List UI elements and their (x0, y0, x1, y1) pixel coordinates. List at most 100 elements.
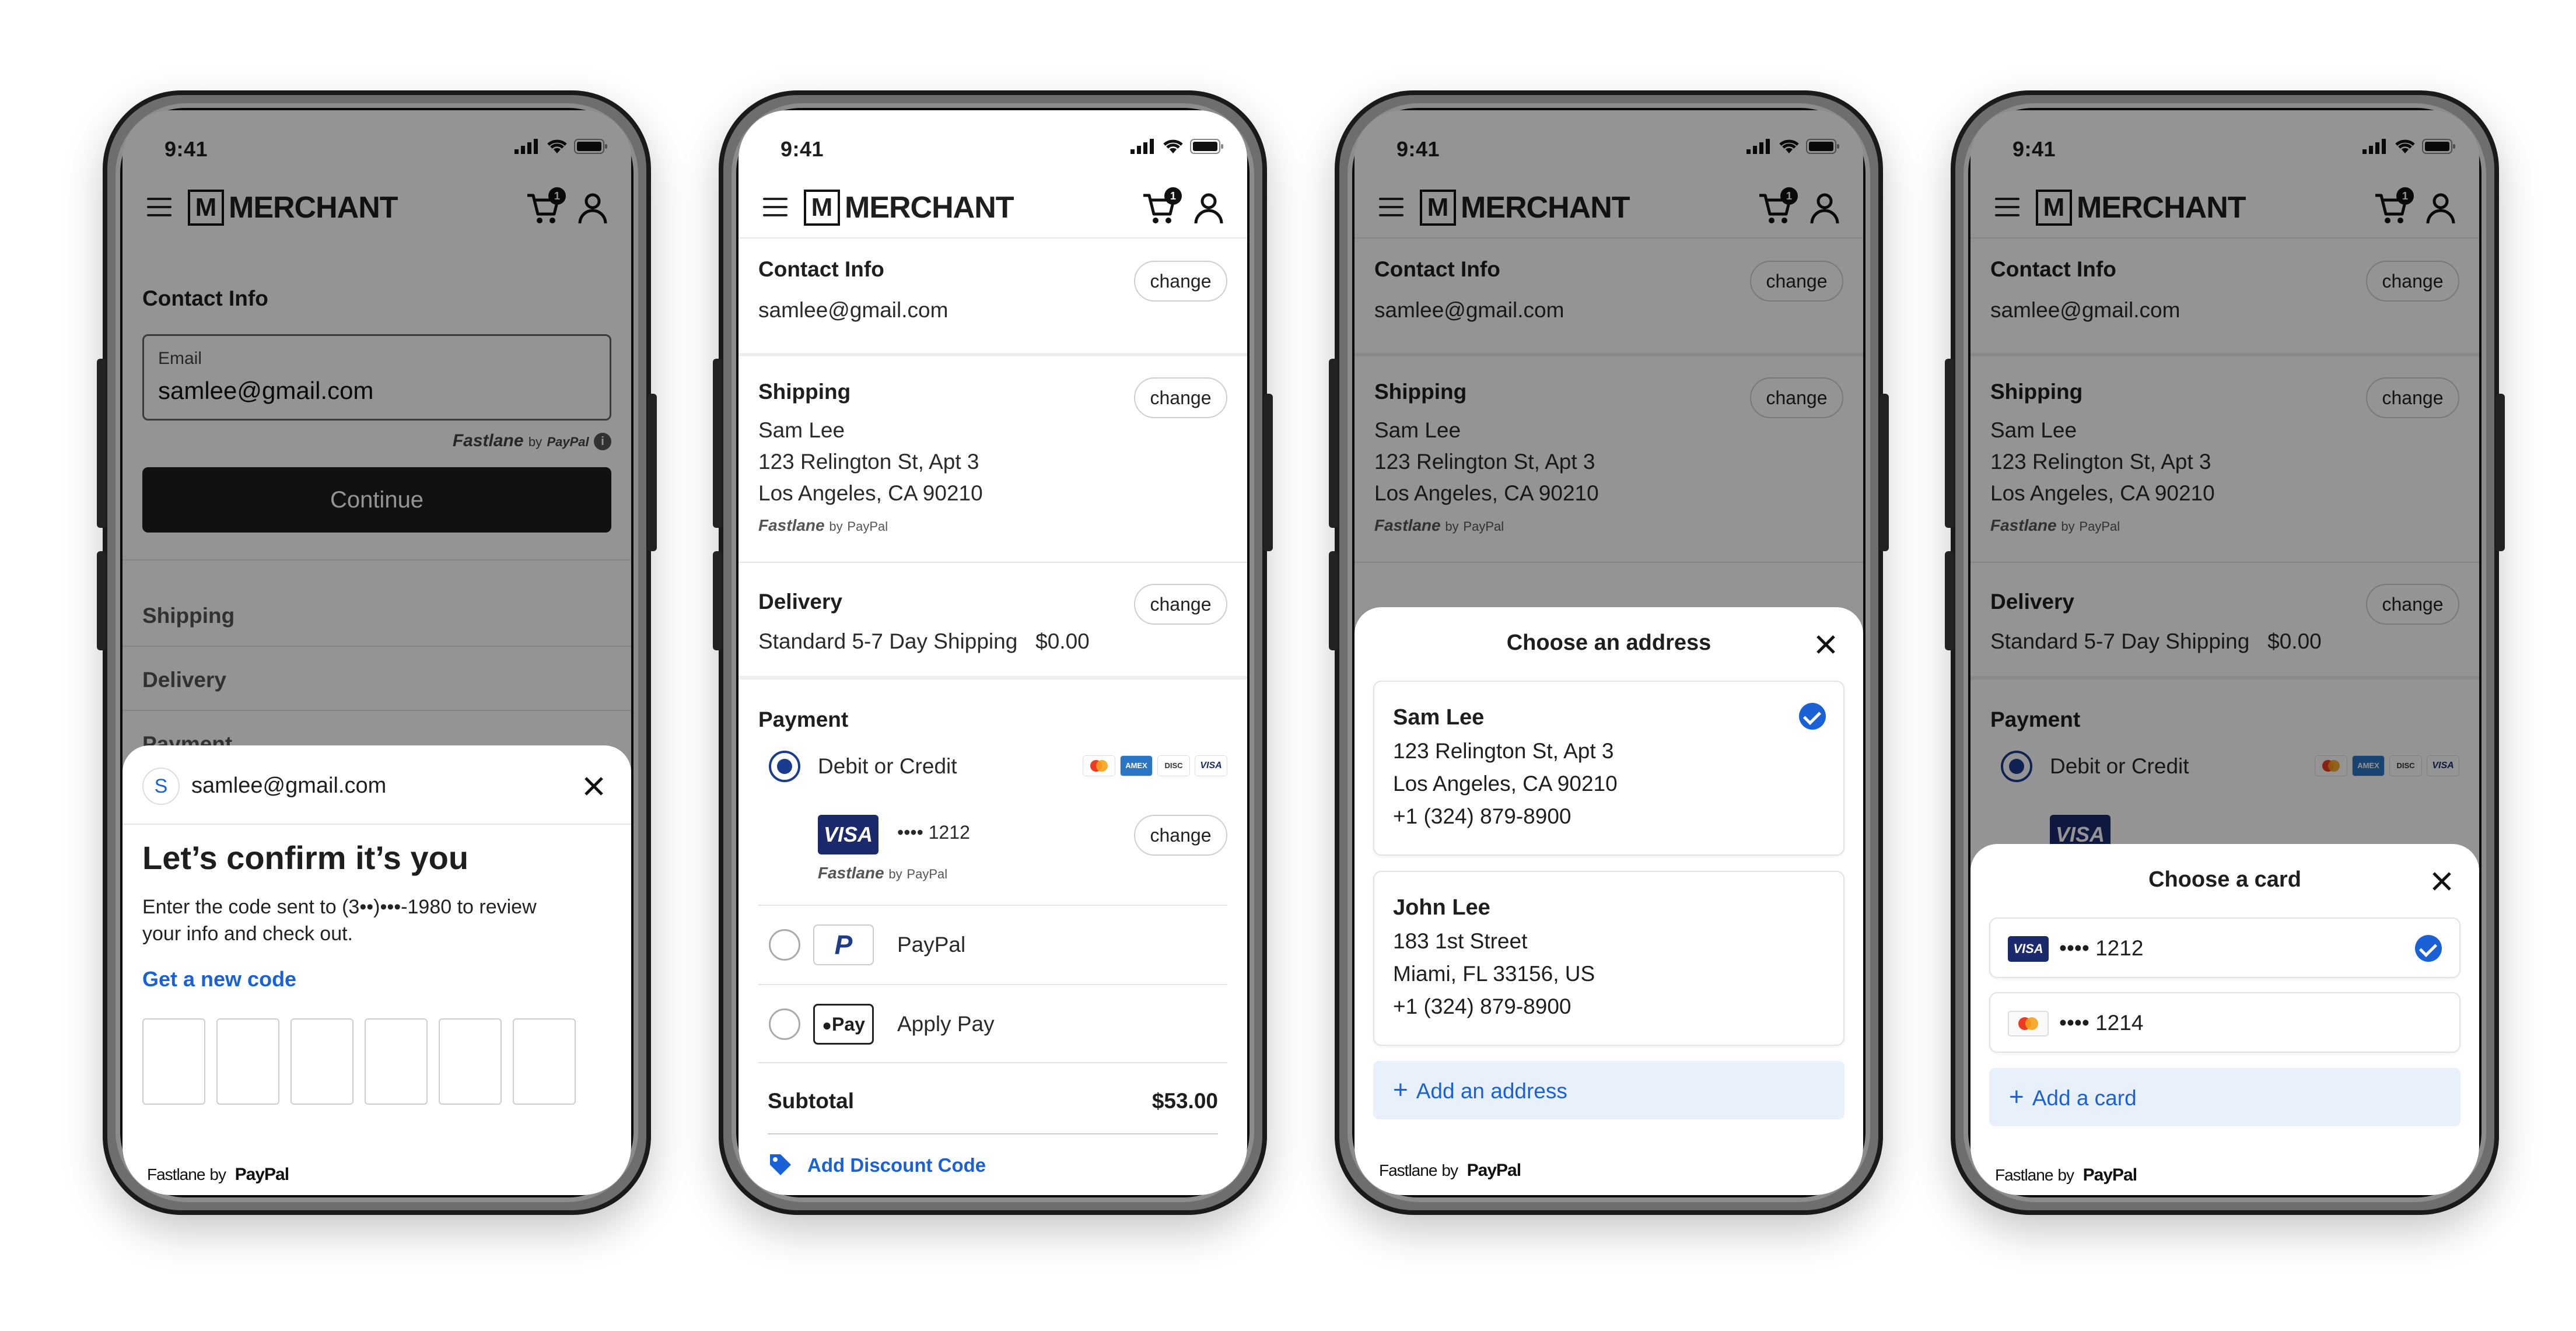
paypal-label: PayPal (897, 933, 966, 957)
otp-digit-4[interactable] (365, 1018, 428, 1105)
check-icon (2415, 935, 2442, 962)
address-line2: Los Angeles, CA 90210 (1393, 772, 1618, 796)
otp-digit-2[interactable] (216, 1018, 279, 1105)
wifi-icon (1163, 139, 1183, 153)
close-icon[interactable] (2430, 870, 2454, 893)
change-delivery-button[interactable]: change (1134, 584, 1227, 625)
plus-icon: + (1393, 1076, 1408, 1104)
get-new-code-link[interactable]: Get a new code (142, 967, 296, 992)
shipping-title: Shipping (758, 380, 851, 404)
address-line2: Miami, FL 33156, US (1393, 962, 1595, 986)
paypal-icon: P (813, 924, 874, 965)
card-sheet-title: Choose a card (2148, 867, 2301, 892)
debit-radio[interactable] (769, 751, 800, 782)
contact-email: samlee@gmail.com (758, 298, 949, 322)
shipping-section: Shipping change Sam Lee 123 Relington St… (738, 356, 1247, 563)
change-shipping-button[interactable]: change (1134, 377, 1227, 418)
discover-icon: DISC (1157, 755, 1190, 776)
phone-confirm-identity: 9:41 M MERCHANT 1 Contact Info Email saml… (97, 90, 657, 1215)
subtotal-label: Subtotal (768, 1089, 854, 1113)
add-discount-link[interactable]: Add Discount Code (807, 1154, 986, 1176)
address-name: Sam Lee (1393, 705, 1485, 730)
phone-checkout: 9:41 M MERCHANT 1 Contact Info change sam… (713, 90, 1273, 1215)
contact-section: Contact Info change samlee@gmail.com (738, 240, 1247, 356)
address-option-1[interactable]: Sam Lee 123 Relington St, Apt 3 Los Ange… (1373, 681, 1845, 856)
plus-icon: + (2009, 1083, 2024, 1111)
confirm-sheet: S samlee@gmail.com Let’s confirm it’s yo… (123, 745, 631, 1195)
confirm-body-1: Enter the code sent to (3••)•••-1980 to … (142, 896, 537, 918)
address-name: John Lee (1393, 895, 1490, 920)
change-card-button[interactable]: change (1134, 815, 1227, 856)
subtotal-value: $53.00 (1152, 1089, 1218, 1113)
shipping-name: Sam Lee (758, 418, 845, 442)
fastlane-badge: Fastlane by PayPal (758, 516, 888, 534)
card-masked: •••• 1212 (897, 822, 970, 843)
address-option-2[interactable]: John Lee 183 1st Street Miami, FL 33156,… (1373, 871, 1845, 1046)
user-icon[interactable] (1194, 192, 1224, 225)
screen: 9:41 M MERCHANT 1 Contact Info change sam… (1971, 110, 2479, 1195)
delivery-section: Delivery change Standard 5-7 Day Shippin… (738, 563, 1247, 679)
card-masked: •••• 1212 (2059, 936, 2144, 960)
applepay-icon: ●Pay (813, 1004, 874, 1045)
phone-choose-card: 9:41 M MERCHANT 1 Contact Info change sam… (1945, 90, 2505, 1215)
cart-count-badge: 1 (1164, 187, 1182, 205)
otp-digit-1[interactable] (142, 1018, 205, 1105)
hamburger-icon[interactable] (763, 198, 788, 218)
contact-title: Contact Info (758, 257, 884, 281)
applepay-radio[interactable] (769, 1008, 800, 1040)
fastlane-logo: Fastlane by PayPal (147, 1165, 289, 1184)
change-contact-button[interactable]: change (1134, 261, 1227, 302)
address-line1: 183 1st Street (1393, 929, 1528, 953)
screen: 9:41 M MERCHANT 1 Contact Info Email saml… (123, 110, 631, 1195)
fastlane-logo: Fastlane by PayPal (1379, 1161, 1521, 1180)
card-option-2[interactable]: •••• 1214 (1989, 992, 2460, 1053)
add-card-button[interactable]: + Add a card (1989, 1068, 2460, 1126)
visa-card-icon: VISA (818, 815, 878, 854)
otp-inputs (142, 1018, 586, 1106)
signal-icon (1130, 139, 1154, 154)
address-sheet: Choose an address Sam Lee 123 Relington … (1354, 607, 1863, 1195)
applepay-label: Apply Pay (897, 1012, 995, 1036)
card-sheet: Choose a card VISA •••• 1212 •••• 1214 +… (1971, 844, 2479, 1195)
otp-digit-3[interactable] (290, 1018, 354, 1105)
address-phone: +1 (324) 879-8900 (1393, 994, 1572, 1018)
close-icon[interactable] (1814, 633, 1838, 656)
battery-icon (1190, 139, 1223, 154)
add-address-button[interactable]: + Add an address (1373, 1061, 1845, 1119)
visa-card-icon: VISA (2008, 936, 2049, 962)
debit-label: Debit or Credit (818, 754, 957, 778)
address-line1: 123 Relington St, Apt 3 (1393, 739, 1614, 763)
delivery-method: Standard 5-7 Day Shipping $0.00 (758, 629, 1090, 653)
check-icon (1799, 703, 1826, 730)
paypal-radio[interactable] (769, 929, 800, 961)
address-sheet-title: Choose an address (1506, 631, 1712, 655)
sheet-email: samlee@gmail.com (191, 773, 387, 798)
mastercard-icon (2008, 1011, 2049, 1036)
mastercard-icon (1083, 755, 1115, 776)
delivery-title: Delivery (758, 590, 842, 614)
shipping-street: 123 Relington St, Apt 3 (758, 450, 979, 474)
app-header: M MERCHANT 1 (738, 174, 1247, 239)
status-time: 9:41 (780, 137, 824, 161)
merchant-logo[interactable]: M MERCHANT (804, 190, 1014, 226)
card-masked: •••• 1214 (2059, 1011, 2144, 1035)
payment-title: Payment (758, 707, 849, 731)
avatar: S (142, 768, 180, 805)
confirm-title: Let’s confirm it’s you (142, 839, 469, 876)
payment-section: Payment Debit or Credit AMEX DISC VISA VIS… (738, 679, 1247, 1195)
screen: 9:41 M MERCHANT 1 Contact Info change sam… (738, 110, 1247, 1195)
otp-digit-6[interactable] (513, 1018, 576, 1105)
screen: 9:41 M MERCHANT 1 Contact Info change sam… (1354, 110, 1863, 1195)
status-bar: 9:41 (738, 110, 1247, 174)
otp-digit-5[interactable] (439, 1018, 502, 1105)
phone-choose-address: 9:41 M MERCHANT 1 Contact Info change sam… (1329, 90, 1889, 1215)
shipping-city: Los Angeles, CA 90210 (758, 481, 983, 505)
address-phone: +1 (324) 879-8900 (1393, 804, 1572, 828)
card-option-1[interactable]: VISA •••• 1212 (1989, 917, 2460, 978)
card-brand-icons: AMEX DISC VISA (1078, 755, 1227, 776)
fastlane-badge: Fastlane by PayPal (818, 864, 948, 882)
amex-icon: AMEX (1120, 755, 1153, 776)
fastlane-logo: Fastlane by PayPal (1995, 1165, 2137, 1185)
close-icon[interactable] (582, 775, 606, 798)
confirm-body-2: your info and check out. (142, 923, 354, 945)
